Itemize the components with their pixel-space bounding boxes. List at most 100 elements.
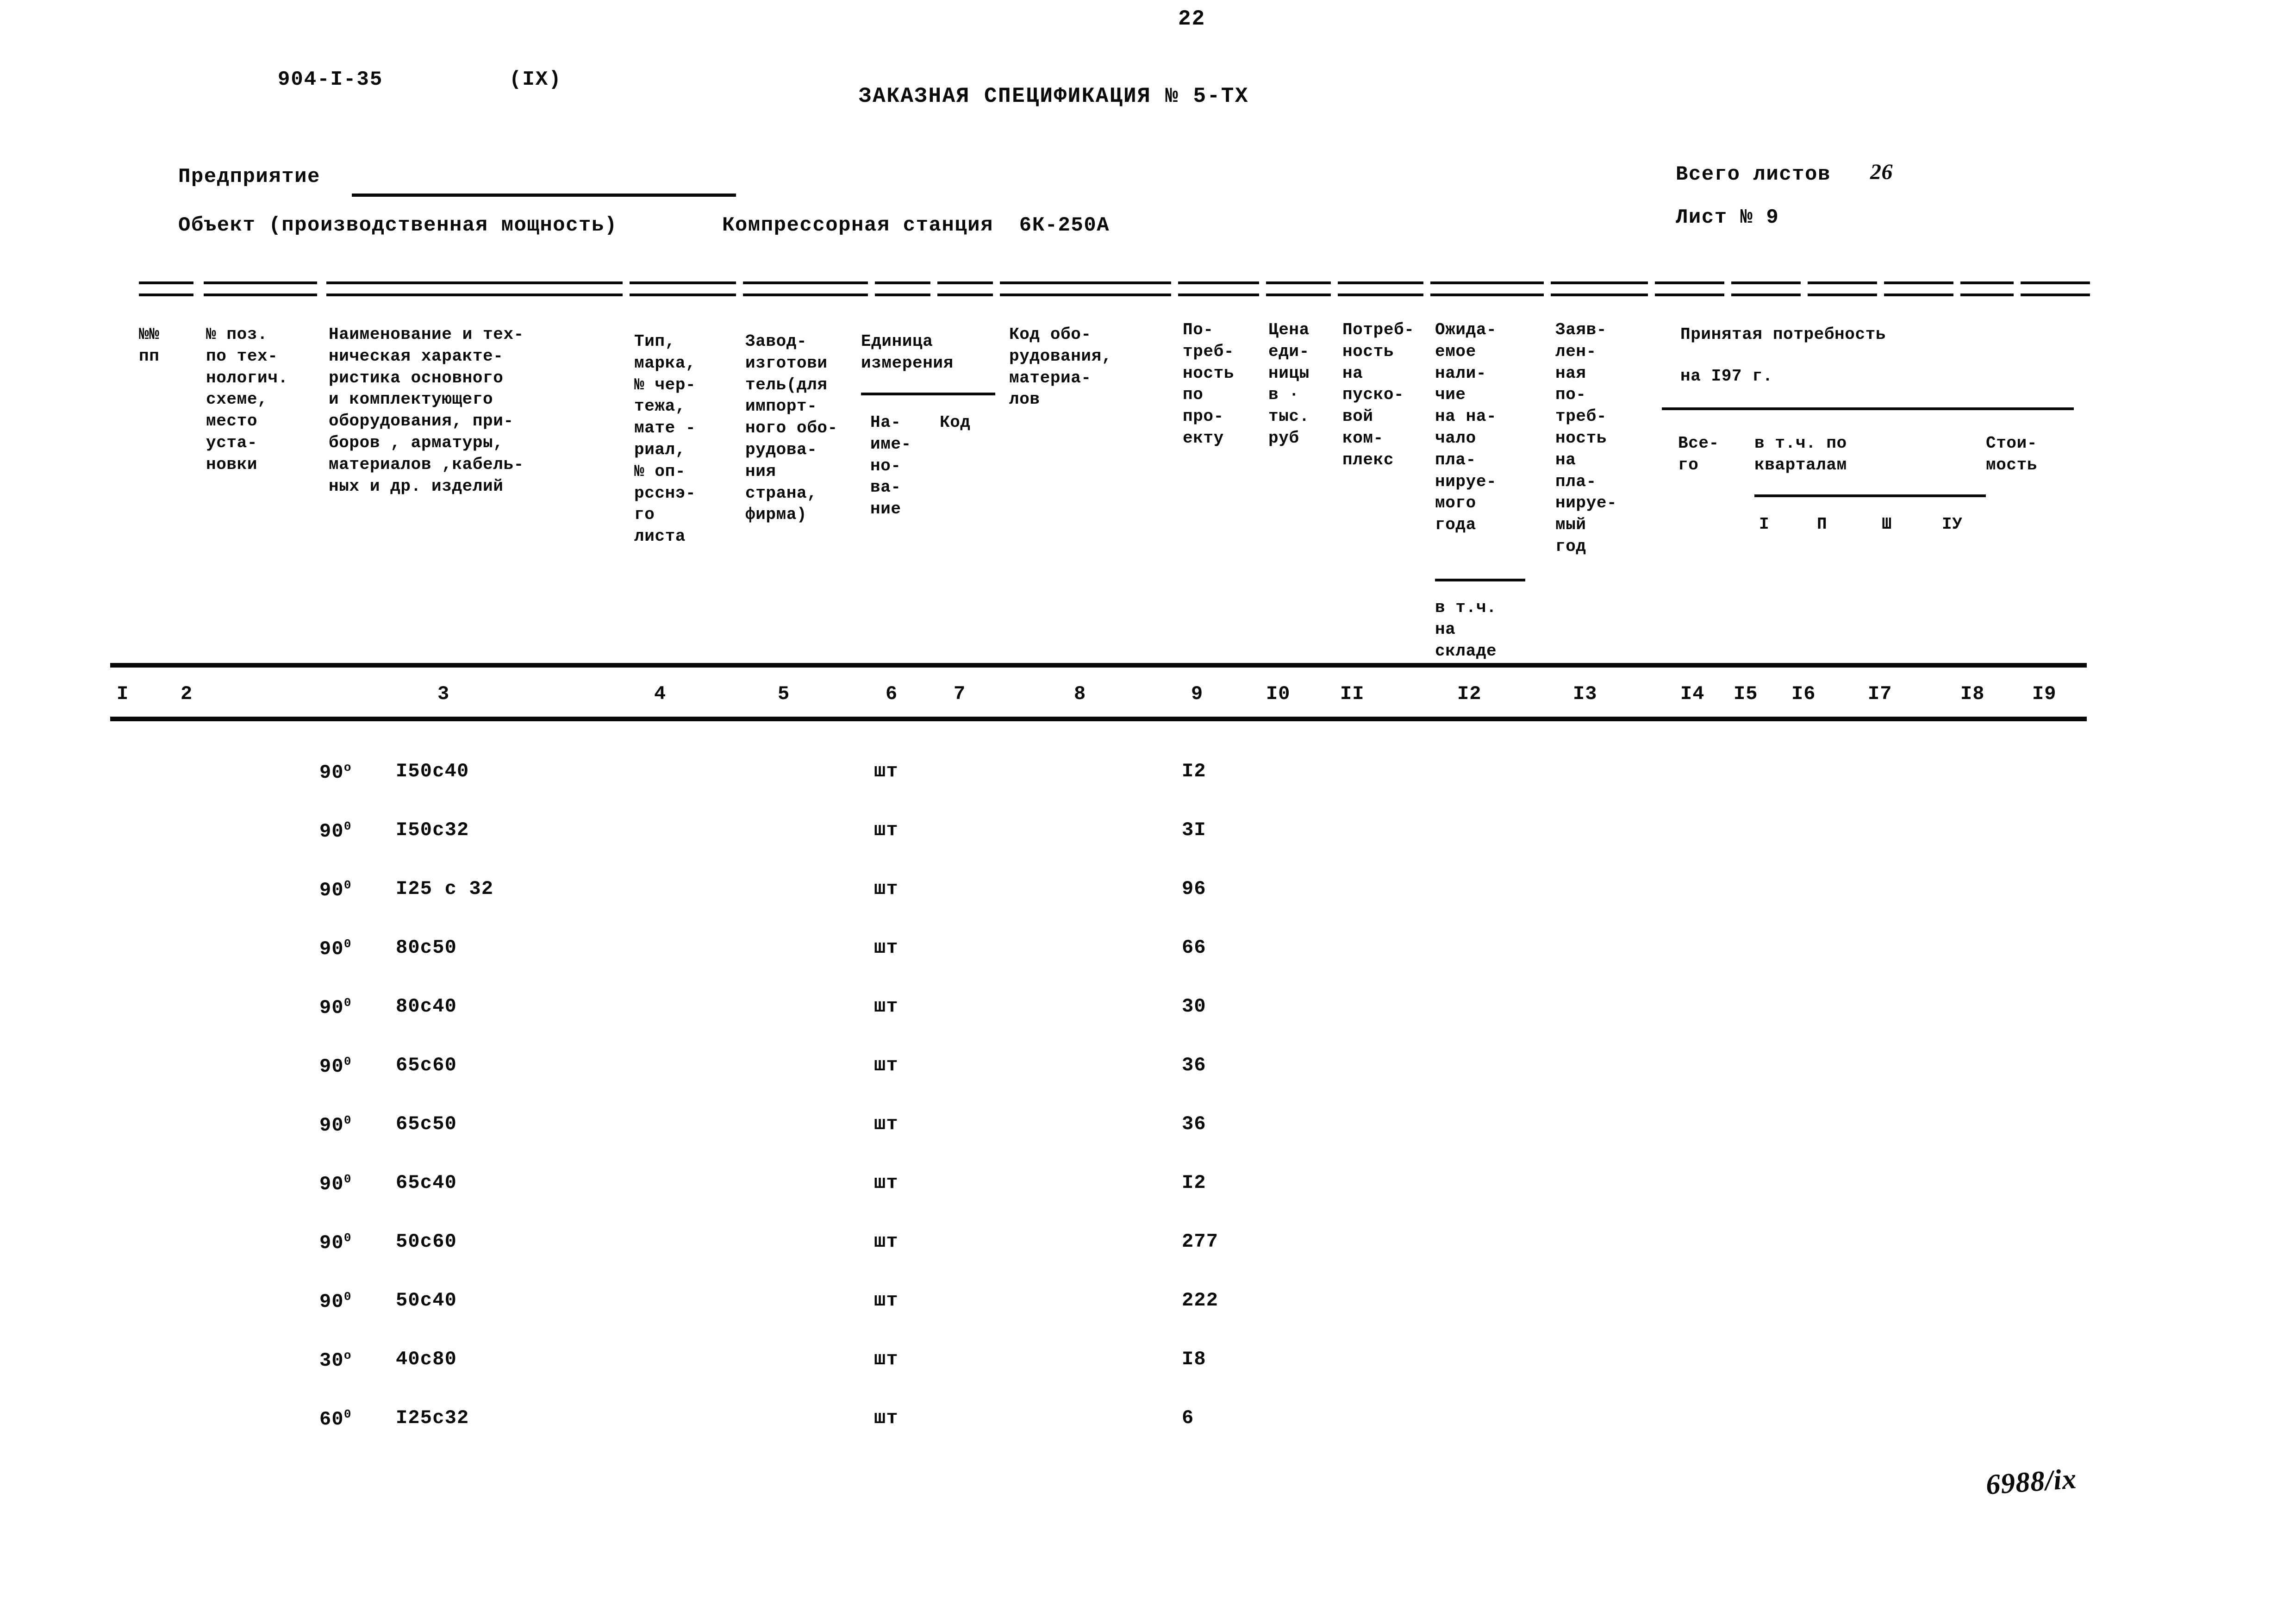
rule-col-7 xyxy=(937,281,993,296)
cell-angle: 30o xyxy=(319,1349,351,1372)
cell-quantity: 30 xyxy=(1182,995,1206,1018)
rule-col-8 xyxy=(1000,281,1171,296)
colnum-16: I6 xyxy=(1791,683,1816,705)
cell-angle: 900 xyxy=(319,1231,351,1254)
rule-below-column-numbers xyxy=(110,717,2087,721)
cell-designation: 40c80 xyxy=(396,1348,457,1370)
page-title: ЗАКАЗНАЯ СПЕЦИФИКАЦИЯ № 5-ТХ xyxy=(859,84,1249,108)
colhead-project-requirement: По- треб- ность по про- екту xyxy=(1183,320,1235,448)
cell-unit: шт xyxy=(874,819,898,841)
cell-angle: 90o xyxy=(319,761,351,784)
degree-symbol: 0 xyxy=(343,996,351,1010)
colhead-type-mark: Тип, марка, № чер- тежа, мате - риал, № … xyxy=(634,332,696,546)
total-sheets-value: 26 xyxy=(1870,160,1893,184)
colhead-in-warehouse: в т.ч. на складе xyxy=(1435,598,1497,661)
rule-col-4 xyxy=(630,281,736,296)
cell-quantity: 3I xyxy=(1182,819,1206,841)
colnum-17: I7 xyxy=(1868,683,1892,705)
cell-angle: 900 xyxy=(319,937,351,960)
rule-col-14 xyxy=(1655,281,1724,296)
colhead-position-no: № поз. по тех- нологич. схеме, место уст… xyxy=(206,325,288,474)
cell-unit: шт xyxy=(874,1172,898,1194)
cell-unit: шт xyxy=(874,1054,898,1076)
total-sheets-label: Всего листов xyxy=(1676,163,1831,186)
degree-symbol: 0 xyxy=(343,1407,351,1421)
cell-unit: шт xyxy=(874,1348,898,1370)
cell-quantity: 222 xyxy=(1182,1289,1219,1312)
rule-col-1 xyxy=(139,281,193,296)
cell-quantity: I8 xyxy=(1182,1348,1206,1370)
degree-symbol: 0 xyxy=(343,1172,351,1186)
rule-col-9 xyxy=(1178,281,1259,296)
colnum-9: 9 xyxy=(1191,683,1204,705)
cell-unit: шт xyxy=(874,1407,898,1429)
colnum-19: I9 xyxy=(2032,683,2057,705)
colhead-manufacturer: Завод- изготови тель(для импорт- ного об… xyxy=(745,332,838,525)
rule-col-5 xyxy=(743,281,868,296)
colnum-8: 8 xyxy=(1074,683,1086,705)
rule-col-3 xyxy=(326,281,623,296)
cell-quantity: 36 xyxy=(1182,1113,1206,1135)
cell-designation: 50c60 xyxy=(396,1230,457,1253)
cell-quantity: 96 xyxy=(1182,878,1206,900)
cell-designation: I50c40 xyxy=(396,760,469,782)
colhead-quarter-1: I xyxy=(1759,515,1770,534)
cell-designation: 65c60 xyxy=(396,1054,457,1076)
colhead-startup-complex-requirement: Потреб- ность на пуско- вой ком- плекс xyxy=(1342,320,1415,469)
cell-angle: 900 xyxy=(319,1113,351,1137)
rule-col-2 xyxy=(204,281,317,296)
colhead-quarter-2: П xyxy=(1817,515,1828,534)
cell-unit: шт xyxy=(874,1289,898,1312)
rule-col-11 xyxy=(1338,281,1423,296)
document-section: (IX) xyxy=(509,68,562,91)
cell-designation: 80c50 xyxy=(396,937,457,959)
cell-angle: 900 xyxy=(319,1172,351,1195)
cell-quantity: I2 xyxy=(1182,760,1206,782)
rule-col-15 xyxy=(1731,281,1801,296)
rule-col-18 xyxy=(1960,281,2014,296)
cell-designation: 65c50 xyxy=(396,1113,457,1135)
cell-unit: шт xyxy=(874,760,898,782)
cell-designation: 65c40 xyxy=(396,1172,457,1194)
colhead-accepted-year: на I97 г. xyxy=(1680,367,1773,386)
degree-symbol: 0 xyxy=(343,1231,351,1245)
rule-quarters-split xyxy=(1754,494,1986,497)
cell-angle: 900 xyxy=(319,878,351,901)
cell-quantity: 277 xyxy=(1182,1230,1219,1253)
cell-quantity: 66 xyxy=(1182,937,1206,959)
cell-designation: I50c32 xyxy=(396,819,469,841)
colhead-unit-name: На- име- но- ва- ние xyxy=(870,413,911,519)
cell-angle: 900 xyxy=(319,819,351,843)
cell-unit: шт xyxy=(874,1113,898,1135)
colnum-3: 3 xyxy=(437,683,450,705)
enterprise-fill-line xyxy=(352,194,736,197)
rule-col-6 xyxy=(875,281,930,296)
cell-designation: 50c40 xyxy=(396,1289,457,1312)
colhead-designation: Наименование и тех- ническая характе- ри… xyxy=(329,325,524,496)
cell-designation: I25c32 xyxy=(396,1407,469,1429)
colhead-equipment-code: Код обо- рудования, материа- лов xyxy=(1009,325,1112,409)
colnum-10: I0 xyxy=(1266,683,1291,705)
cell-angle: 900 xyxy=(319,1055,351,1078)
rule-col-16 xyxy=(1808,281,1877,296)
degree-symbol: o xyxy=(343,1349,351,1362)
cell-angle: 600 xyxy=(319,1407,351,1430)
rule-col-12 xyxy=(1430,281,1544,296)
colnum-5: 5 xyxy=(778,683,790,705)
cell-unit: шт xyxy=(874,1230,898,1253)
cell-unit: шт xyxy=(874,878,898,900)
colnum-12: I2 xyxy=(1457,683,1482,705)
colhead-quarter-3: Ш xyxy=(1882,515,1892,534)
colhead-expected-stock: Ожида- емое нали- чие на на- чало пла- н… xyxy=(1435,320,1497,535)
colhead-accepted-requirement: Принятая потребность xyxy=(1680,325,1886,344)
rule-expected-stock-split xyxy=(1435,579,1525,581)
document-page: 22 904-I-35 (IX) ЗАКАЗНАЯ СПЕЦИФИКАЦИЯ №… xyxy=(0,0,2296,1624)
rule-col-13 xyxy=(1551,281,1648,296)
degree-symbol: 0 xyxy=(343,1113,351,1127)
colhead-quarter-4: IУ xyxy=(1942,515,1963,534)
colhead-cost: Стои- мость xyxy=(1986,434,2038,475)
degree-symbol: 0 xyxy=(343,819,351,833)
colnum-11: II xyxy=(1340,683,1365,705)
colhead-unit-price: Цена еди- ницы в · тыс. руб xyxy=(1268,320,1310,448)
object-label: Объект (производственная мощность) xyxy=(178,214,618,237)
